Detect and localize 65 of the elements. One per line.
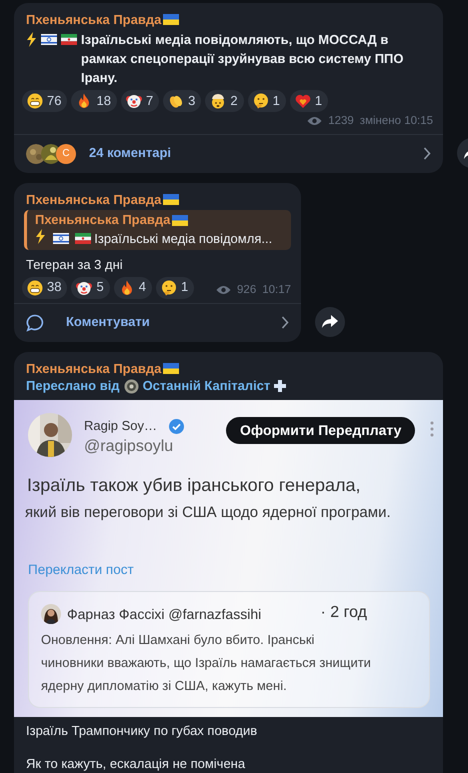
reaction-button[interactable]: 1 (248, 90, 286, 112)
comment-button[interactable]: Коментувати (14, 304, 301, 342)
view-count: 1239 (328, 114, 354, 129)
channel-name: Пхеньянська Правда (26, 11, 162, 28)
reaction-button[interactable]: 2 (205, 90, 244, 112)
subscribe-button[interactable]: Оформити Передплату (226, 416, 416, 444)
lightning-icon (35, 228, 46, 244)
author-name: Ragip Soy… (84, 418, 157, 435)
flag-icon (52, 232, 69, 244)
avatar: С (56, 144, 76, 164)
channel-name: Пхеньянська Правда (26, 360, 162, 377)
quote-author: Фарназ Фассіхі @farnazfassihi (67, 604, 262, 623)
reaction-button[interactable]: 38 (22, 276, 68, 299)
thinking-face-icon (252, 93, 269, 109)
flag-icon (163, 194, 180, 205)
grinning-face-icon (27, 93, 43, 109)
verified-icon (168, 418, 184, 434)
author-handle: @ragipsoylu (84, 436, 174, 457)
comments-button[interactable]: С 24 коментарі (14, 134, 443, 173)
eye-icon (307, 116, 322, 126)
emblem-icon (124, 378, 139, 394)
chevron-right-icon (423, 147, 431, 160)
thinking-face-icon (160, 280, 177, 296)
clapping-hands-icon (168, 93, 184, 109)
tweet-text: Ізраїль також убив іранського генерала, (26, 474, 362, 498)
more-icon (430, 420, 434, 437)
channel-name: Пхеньянська Правда (26, 190, 162, 208)
clown-face-icon (126, 93, 142, 109)
grinning-face-icon (27, 280, 43, 296)
quote-time: · 2 год (320, 603, 367, 624)
message-text: Ізраїльські медіа повідомляють, що МОССАД в рамках спецоперації зруйнував всю систему ППО Ірану. (81, 31, 404, 87)
chevron-right-icon (281, 316, 289, 330)
lightning-icon (26, 32, 37, 47)
tweet-text: який вів переговори зі США щодо ядерної програми. (24, 503, 392, 524)
reaction-button[interactable]: 1 (156, 276, 194, 299)
flag-icon (61, 34, 77, 45)
reaction-button[interactable]: 3 (163, 90, 202, 112)
reply-quote[interactable]: Пхеньянська Правда Ізраїльські медіа повідомля... (24, 210, 291, 250)
speech-bubble-icon (26, 314, 44, 332)
quote-text: Оновлення: Алі Шамхані було вбито. Іранські чиновники вважають, що Ізраїль намагається знищити ядерну дипломатію зі США, кажуть мені. (41, 631, 371, 696)
message-time: 10:17 (262, 282, 291, 298)
clown-face-icon (76, 280, 92, 296)
reaction-button[interactable]: 18 (71, 90, 117, 112)
reaction-button[interactable]: 7 (120, 90, 160, 112)
reaction-button[interactable]: 4 (114, 276, 152, 299)
eye-icon (216, 285, 232, 296)
plus-icon (274, 380, 286, 392)
message-time: змінено 10:15 (360, 114, 433, 129)
flag-icon (163, 362, 180, 374)
flag-icon (172, 214, 188, 226)
flag-icon (41, 34, 57, 45)
forwarded-channel-link[interactable]: Останній Капіталіст (142, 378, 270, 395)
forwarded-label: Переслано від (26, 378, 120, 395)
flag-icon (163, 14, 180, 25)
flag-icon (75, 232, 92, 244)
share-icon (322, 315, 338, 328)
reaction-button[interactable]: 5 (71, 276, 110, 299)
heart-icon (294, 93, 311, 109)
caption-text: Ізраїль Трампончику по губах поводив (25, 722, 258, 740)
message-text: Тегеран за 3 дні (26, 256, 123, 272)
caption-text: Як то кажуть, ескалація не помічена (25, 754, 246, 773)
share-button[interactable] (315, 306, 345, 337)
reaction-button[interactable]: 1 (290, 90, 328, 112)
view-count: 926 (237, 282, 256, 298)
reaction-button[interactable]: 76 (22, 90, 68, 112)
